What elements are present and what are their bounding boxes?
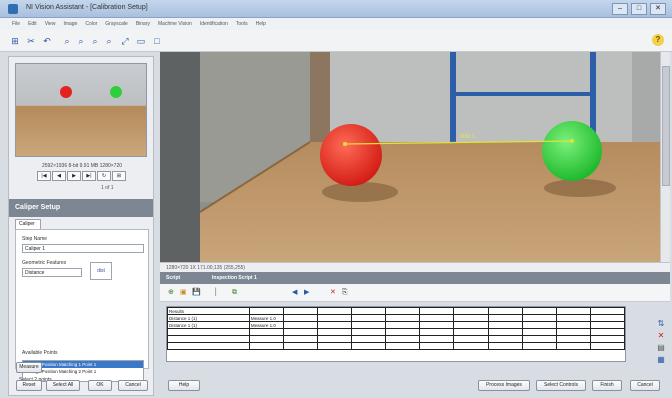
results-header: Results [167,307,250,315]
results-table: Results Distance 1 (1) Measure 1.0 Dista… [167,307,625,350]
menu-identification[interactable]: Identification [200,21,228,27]
last-image-button[interactable]: ▶| [82,171,96,181]
zoom-out-icon[interactable]: ⌕ [74,34,88,48]
caliper-form: Step Name Caliper 1 Geometric Features D… [15,229,149,382]
table-row[interactable]: Distance 1 (1) Measure 1.0 [167,314,625,322]
menu-help[interactable]: Help [256,21,266,27]
copy-step-icon[interactable]: ⧉ [232,288,237,298]
new-step-icon[interactable]: ⊕ [168,288,174,298]
open-image-icon[interactable]: ⊞ [8,34,22,48]
thumbnail-green-ball [110,86,122,98]
app-icon [8,4,18,14]
cancel-caliper-button[interactable]: Cancel [118,380,148,391]
help-button[interactable]: Help [168,380,200,391]
zoom-fit-icon[interactable]: ⌕ [88,34,102,48]
distance-annotation: Dist 1 [460,134,476,140]
feature-preview: dist [90,262,112,280]
move-left-icon[interactable]: ◀ [292,288,297,298]
geometric-features-label: Geometric Features [22,260,67,266]
script-subtitle: Inspection Script 1 [212,275,257,281]
divider-icon: │ [214,289,219,296]
menu-view[interactable]: View [45,21,56,27]
table-cell[interactable]: Distance 1 (1) [167,314,250,322]
cancel-button[interactable]: Cancel [630,380,660,391]
zoom-in-icon[interactable]: ⌕ [60,34,74,48]
first-image-button[interactable]: |◀ [37,171,51,181]
ok-button[interactable]: OK [88,380,112,391]
remove-icon[interactable]: ✕ [654,330,668,342]
reset-button[interactable]: Reset [16,380,42,391]
scene-image: Dist 1 [160,52,660,262]
green-ball [542,121,602,181]
script-header: Script Inspection Script 1 [160,272,670,284]
thumbnail-nav: |◀ ◀ ▶ ▶| ↻ ⊞ [37,171,126,181]
red-ball [320,124,382,186]
select-controls-button[interactable]: Select Controls [536,380,586,391]
undo-icon[interactable]: ↶ [40,34,54,48]
left-panel: 2592×1936 8-bit 9.91 MB 1280×720 |◀ ◀ ▶ … [8,56,154,396]
move-right-icon[interactable]: ▶ [304,288,309,298]
menu-bar: File Edit View Image Color Grayscale Bin… [0,18,672,30]
image-pager: 1 of 1 [101,185,114,191]
menu-image[interactable]: Image [63,21,77,27]
table-row[interactable]: Distance 1 (1) Measure 1.0 [167,321,625,329]
menu-file[interactable]: File [12,21,20,27]
browse-button[interactable]: ⊞ [112,171,126,181]
close-button[interactable]: ✕ [650,3,666,15]
thumbnail-red-ball [60,86,72,98]
save-script-icon[interactable]: 💾 [192,288,201,298]
script-toolbar: ⊕ ▣ 💾 │ ⧉ ◀ ▶ ✕ ⎘ [160,284,670,302]
tab-caliper[interactable]: Caliper [15,219,41,229]
script-title: Script [166,275,181,281]
menu-machine-vision[interactable]: Machine Vision [158,21,192,27]
image-status: 1280×720 1X 171.00,135 (255,255) [160,262,670,272]
table-cell[interactable]: Distance 1 (1) [167,321,250,329]
menu-grayscale[interactable]: Grayscale [105,21,128,27]
menu-color[interactable]: Color [85,21,97,27]
grid-icon[interactable]: ▦ [654,354,668,366]
menu-tools[interactable]: Tools [236,21,248,27]
paste-step-icon[interactable]: ⎘ [342,288,348,298]
measure-button[interactable]: Measure [16,362,42,373]
zoom-actual-icon[interactable]: ⌕ [102,34,116,48]
delete-step-icon[interactable]: ✕ [330,288,336,298]
step-name-label: Step Name [22,236,48,242]
window-title: NI Vision Assistant - [Calibration Setup… [26,4,148,11]
table-cell[interactable]: Measure 1.0 [248,314,284,322]
menu-edit[interactable]: Edit [28,21,37,27]
list-icon[interactable]: ▤ [654,342,668,354]
script-grid[interactable]: Results Distance 1 (1) Measure 1.0 Dista… [166,306,626,362]
minimize-button[interactable]: – [612,3,628,15]
table-cell[interactable]: Measure 1.0 [248,321,284,329]
fit-window-icon[interactable]: ⤢ [118,34,132,48]
table-row: Results [167,307,625,315]
title-bar: NI Vision Assistant - [Calibration Setup… [0,0,672,18]
selection-icon[interactable]: ▭ [134,34,148,48]
open-script-icon[interactable]: ▣ [180,288,187,298]
refresh-button[interactable]: ↻ [97,171,111,181]
browser-icon[interactable]: □ [150,34,164,48]
geometric-features-select[interactable]: Distance [22,268,82,277]
toolbar: ⊞ ✂ ↶ ⌕ ⌕ ⌕ ⌕ ⤢ ▭ □ ? [0,30,672,52]
select-all-button[interactable]: Select All [46,380,80,391]
image-thumbnail[interactable] [15,63,147,157]
finish-button[interactable]: Finish [592,380,622,391]
viewer-scrollbar[interactable] [660,52,670,262]
sort-icon[interactable]: ⇅ [654,318,668,330]
menu-binary[interactable]: Binary [136,21,150,27]
cut-icon[interactable]: ✂ [24,34,38,48]
caliper-setup-header: Caliper Setup [9,199,153,217]
available-points-label: Available Points [22,350,58,356]
image-viewer[interactable]: Dist 1 [160,52,660,262]
next-image-button[interactable]: ▶ [67,171,81,181]
maximize-button[interactable]: □ [631,3,647,15]
help-icon[interactable]: ? [652,34,664,46]
bottom-bar: Help Process Images Select Controls Fini… [160,376,670,394]
step-name-input[interactable]: Caliper 1 [22,244,144,253]
prev-image-button[interactable]: ◀ [52,171,66,181]
side-icons: ⇅ ✕ ▤ ▦ [654,318,668,366]
image-info: 2592×1936 8-bit 9.91 MB 1280×720 [41,163,123,169]
process-images-button[interactable]: Process Images [478,380,530,391]
